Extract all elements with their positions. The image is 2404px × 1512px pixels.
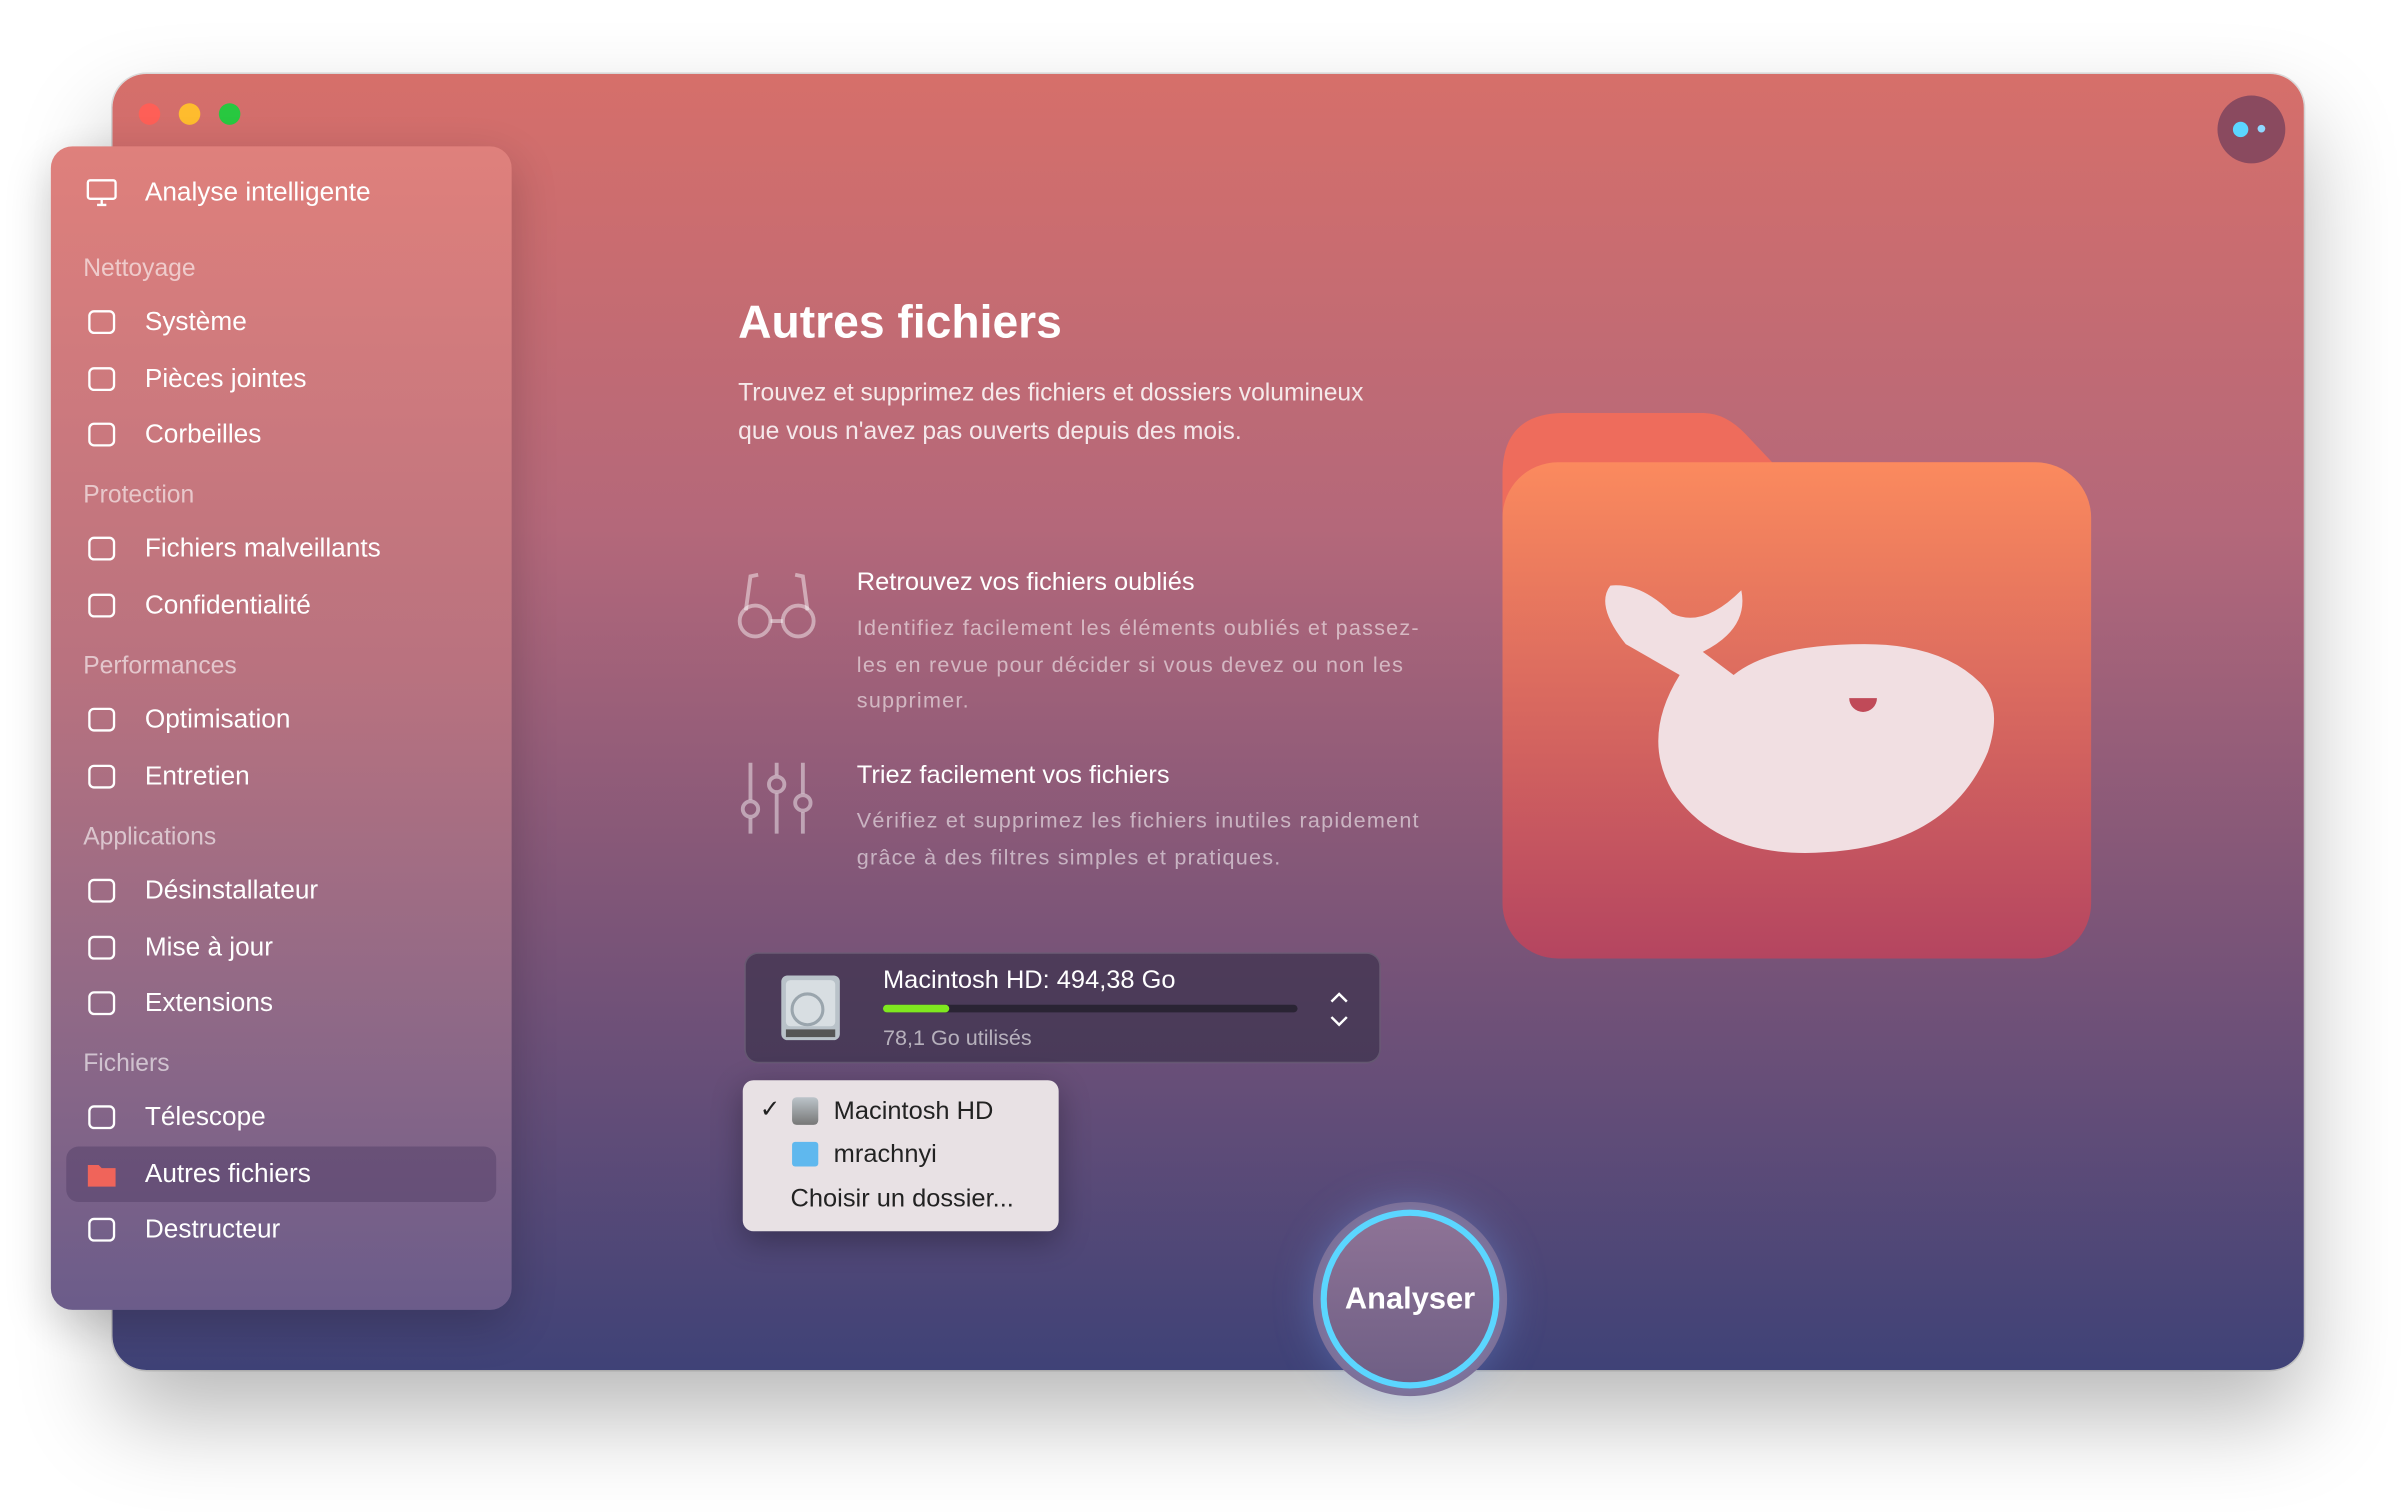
page-title: Autres fichiers	[738, 297, 1062, 349]
glasses-icon	[737, 572, 816, 639]
sidebar-item-label: Optimisation	[144, 704, 291, 734]
sidebar-item-confidentialite[interactable]: Confidentialité	[66, 578, 496, 633]
sidebar-item-mise-a-jour[interactable]: Mise à jour	[66, 920, 496, 975]
disk-name: Macintosh HD: 494,38 Go	[882, 966, 1176, 994]
sidebar-item-label: Fichiers malveillants	[144, 533, 381, 563]
sidebar-item-desinstallateur[interactable]: Désinstallateur	[66, 863, 496, 918]
sidebar-section-title: Applications	[83, 824, 217, 851]
extensions-icon	[88, 991, 116, 1016]
trash-icon	[88, 422, 116, 447]
zoom-button[interactable]	[218, 103, 241, 125]
disk-usage-fill	[882, 1004, 949, 1013]
menu-item-label: Macintosh HD	[833, 1097, 994, 1125]
sidebar-item-label: Entretien	[144, 761, 250, 791]
sidebar-item-label: Confidentialité	[144, 590, 311, 620]
large-files-folder-illustration	[1502, 412, 2092, 959]
sidebar-item-label: Destructeur	[144, 1214, 281, 1244]
menu-item-label: mrachnyi	[833, 1140, 937, 1169]
shredder-icon	[88, 1217, 116, 1242]
sidebar-item-destructeur[interactable]: Destructeur	[66, 1202, 496, 1257]
hand-icon	[88, 593, 116, 618]
checkmark-icon: ✓	[759, 1097, 781, 1124]
mail-icon	[88, 367, 116, 392]
dot-icon	[2257, 124, 2266, 133]
sidebar-item-corbeilles[interactable]: Corbeilles	[66, 407, 496, 462]
page-description: Trouvez et supprimez des fichiers et dos…	[738, 380, 1364, 446]
sidebar-item-label: Analyse intelligente	[144, 177, 371, 207]
sidebar-item-entretien[interactable]: Entretien	[66, 749, 496, 804]
feature-text: Vérifiez et supprimez les fichiers inuti…	[856, 807, 1420, 869]
home-folder-icon	[792, 1141, 819, 1167]
hard-drive-icon	[792, 1097, 819, 1125]
menu-item-choose-folder[interactable]: Choisir un dossier...	[743, 1179, 1059, 1222]
sidebar-item-pieces-jointes[interactable]: Pièces jointes	[66, 351, 496, 406]
system-icon	[88, 310, 116, 335]
sidebar-item-label: Autres fichiers	[144, 1158, 311, 1189]
sidebar-item-label: Désinstallateur	[144, 875, 319, 905]
monitor-icon	[86, 179, 117, 207]
sidebar-section-title: Nettoyage	[83, 255, 196, 283]
biohazard-icon	[88, 536, 116, 561]
sidebar-item-label: Pièces jointes	[144, 363, 307, 393]
assistant-button[interactable]	[2217, 95, 2286, 164]
uninstaller-icon	[88, 878, 116, 903]
sidebar-item-label: Télescope	[144, 1101, 266, 1132]
hard-drive-icon	[781, 975, 840, 1041]
sidebar-item-label: Extensions	[144, 987, 274, 1018]
sidebar-item-label: Corbeilles	[144, 419, 262, 449]
sidebar-item-label: Mise à jour	[144, 932, 273, 962]
sidebar-item-fichiers-malveillants[interactable]: Fichiers malveillants	[66, 521, 496, 576]
minimize-button[interactable]	[178, 103, 201, 125]
sidebar-item-optimisation[interactable]: Optimisation	[66, 692, 496, 747]
sidebar-item-systeme[interactable]: Système	[66, 294, 496, 349]
disk-selector[interactable]: Macintosh HD: 494,38 Go 78,1 Go utilisés	[744, 952, 1381, 1064]
sidebar-section-title: Protection	[83, 482, 195, 509]
sidebar-item-analyse-intelligente[interactable]: Analyse intelligente	[66, 165, 496, 220]
sidebar-item-label: Système	[144, 306, 247, 336]
sliders-icon	[740, 762, 813, 834]
folder-icon	[87, 1164, 116, 1187]
sidebar-section-title: Fichiers	[83, 1050, 170, 1078]
menu-item-label: Choisir un dossier...	[790, 1185, 1014, 1213]
lens-icon	[88, 1105, 116, 1130]
disk-dropdown-menu: ✓ Macintosh HD mrachnyi Choisir un dossi…	[742, 1080, 1059, 1232]
analyse-button-label: Analyser	[1320, 1209, 1500, 1389]
update-icon	[88, 935, 116, 960]
sidebar-item-extensions[interactable]: Extensions	[66, 975, 496, 1030]
feature-title: Retrouvez vos fichiers oubliés	[856, 568, 1195, 597]
sidebar-item-telescope[interactable]: Télescope	[66, 1089, 496, 1144]
sliders-icon	[88, 707, 116, 732]
close-button[interactable]	[138, 103, 161, 125]
analyse-button[interactable]: Analyser	[1312, 1201, 1508, 1397]
feature-title: Triez facilement vos fichiers	[856, 761, 1170, 789]
chevron-up-down-icon[interactable]	[1328, 991, 1350, 1028]
disk-usage-bar	[882, 1004, 1298, 1013]
dot-icon	[2232, 121, 2249, 138]
sidebar-item-autres-fichiers[interactable]: Autres fichiers	[66, 1146, 497, 1202]
wrench-icon	[88, 764, 116, 789]
disk-used: 78,1 Go utilisés	[882, 1024, 1032, 1050]
menu-item-user-folder[interactable]: mrachnyi	[743, 1134, 1059, 1177]
menu-item-macintosh-hd[interactable]: ✓ Macintosh HD	[743, 1089, 1059, 1132]
feature-text: Identifiez facilement les éléments oubli…	[856, 614, 1420, 712]
sidebar-section-title: Performances	[83, 653, 237, 680]
sidebar: Analyse intelligente Nettoyage Système Piè…	[50, 146, 512, 1310]
